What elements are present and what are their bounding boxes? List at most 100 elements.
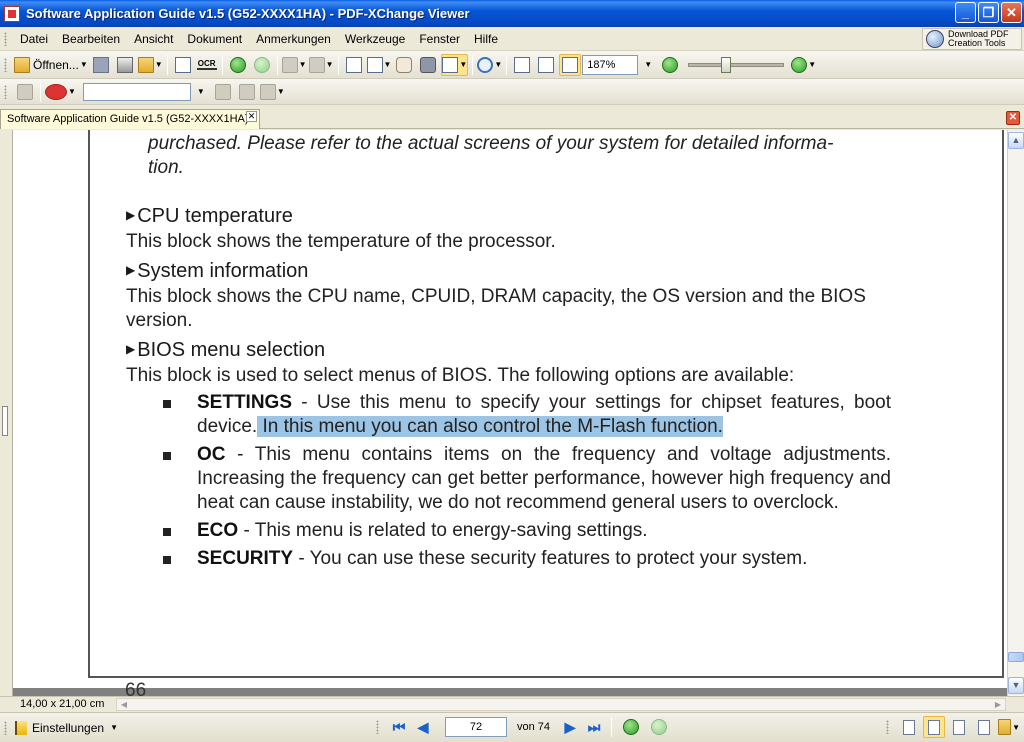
print-button[interactable] <box>114 54 136 76</box>
save-button[interactable] <box>90 54 112 76</box>
horizontal-scrollbar[interactable]: ◀ ▶ <box>116 698 1006 711</box>
properties-button[interactable] <box>172 54 194 76</box>
sidebar-panel-toggle[interactable] <box>0 130 13 696</box>
menu-datei[interactable]: Datei <box>13 30 55 48</box>
next-view-button[interactable] <box>648 716 670 738</box>
zoom-slider-knob[interactable] <box>721 56 732 73</box>
menubar-grip[interactable] <box>4 31 7 46</box>
fit-page-button[interactable] <box>535 54 557 76</box>
chevron-down-icon[interactable]: ▼ <box>326 60 334 69</box>
scroll-thumb[interactable] <box>1008 652 1024 662</box>
back-button[interactable] <box>227 54 249 76</box>
toolbar-grip[interactable] <box>4 84 7 99</box>
first-page-button[interactable]: ⏮ <box>389 717 409 737</box>
undo-button[interactable]: ▼ <box>281 54 307 76</box>
select-text-button[interactable]: ▼ <box>441 53 469 76</box>
zoom-out-button[interactable] <box>659 54 681 76</box>
minimize-button[interactable]: _ <box>955 2 976 23</box>
menu-anmerkungen[interactable]: Anmerkungen <box>249 30 338 48</box>
scroll-left-icon[interactable]: ◀ <box>117 699 131 710</box>
zoom-in-button[interactable]: ▼ <box>791 54 816 76</box>
list-item-text: - This menu is related to energy-saving … <box>238 520 648 541</box>
export-button[interactable]: ▼ <box>137 54 163 76</box>
list-item: SECURITY - You can use these security fe… <box>163 547 891 571</box>
continuous-facing-button[interactable] <box>973 716 995 738</box>
toolbar-separator <box>472 54 474 75</box>
zoom-tool-button[interactable]: ▼ <box>477 54 502 76</box>
sidebar-handle[interactable] <box>2 406 8 436</box>
chevron-down-icon[interactable]: ▼ <box>277 87 285 96</box>
chevron-down-icon[interactable]: ▼ <box>197 87 205 96</box>
close-tab-icon[interactable]: ✕ <box>246 111 257 122</box>
forward-button[interactable] <box>251 54 273 76</box>
transform-button[interactable]: ▼ <box>366 54 392 76</box>
chevron-down-icon[interactable]: ▼ <box>384 60 392 69</box>
chevron-down-icon[interactable]: ▼ <box>644 60 652 69</box>
close-document-icon[interactable]: ✕ <box>1006 111 1020 125</box>
search-input[interactable] <box>82 82 191 101</box>
previous-view-button[interactable] <box>620 716 642 738</box>
heading-system-information-text: System information <box>137 260 309 282</box>
chevron-down-icon[interactable]: ▼ <box>459 60 467 69</box>
chevron-down-icon[interactable]: ▼ <box>299 60 307 69</box>
folder-open-icon <box>14 56 30 73</box>
heading-cpu-temperature-text: CPU temperature <box>137 205 293 227</box>
menu-bearbeiten[interactable]: Bearbeiten <box>55 30 127 48</box>
square-bullet-icon <box>163 556 171 564</box>
zoom-level-select[interactable]: 187% <box>582 54 639 75</box>
zoom-slider[interactable] <box>688 56 785 73</box>
navigation-grip[interactable] <box>376 720 379 734</box>
download-pdf-tools-button[interactable]: Download PDF Creation Tools <box>922 28 1022 50</box>
scroll-up-icon[interactable]: ▲ <box>1008 132 1024 149</box>
selected-text-highlight[interactable]: In this menu you can also control the M-… <box>257 416 723 437</box>
settings-button[interactable]: Einstellungen ▼ <box>15 720 118 735</box>
hand-tool-button[interactable] <box>393 54 415 76</box>
scroll-down-icon[interactable]: ▼ <box>1008 677 1024 694</box>
current-page-input[interactable]: 72 <box>445 717 507 737</box>
tab-document[interactable]: Software Application Guide v1.5 (G52-XXX… <box>0 109 260 129</box>
menu-ansicht[interactable]: Ansicht <box>127 30 180 48</box>
previous-page-button[interactable]: ◀ <box>413 717 433 737</box>
toolbar-grip[interactable] <box>4 57 7 72</box>
options-button[interactable]: ▼ <box>998 716 1020 738</box>
chevron-down-icon[interactable]: ▼ <box>494 60 502 69</box>
chevron-down-icon[interactable]: ▼ <box>80 60 88 69</box>
menu-hilfe[interactable]: Hilfe <box>467 30 505 48</box>
actual-size-icon <box>514 56 531 73</box>
redo-button[interactable]: ▼ <box>308 54 334 76</box>
stamp-tool-button[interactable] <box>236 81 258 103</box>
markup-tool-button[interactable]: ▼ <box>259 81 285 103</box>
fit-width-button[interactable] <box>559 53 582 76</box>
comment-tool-button[interactable] <box>212 81 234 103</box>
ocr-button[interactable]: OCR <box>196 54 218 76</box>
menu-dokument[interactable]: Dokument <box>180 30 249 48</box>
snapshot-button[interactable] <box>417 54 439 76</box>
facing-button[interactable] <box>948 716 970 738</box>
layout-grip[interactable] <box>886 720 889 734</box>
list-item: ECO - This menu is related to energy-sav… <box>163 519 891 543</box>
actual-size-button[interactable] <box>511 54 533 76</box>
menu-fenster[interactable]: Fenster <box>412 30 467 48</box>
triangle-bullet-icon: ▶ <box>126 342 136 356</box>
chevron-down-icon[interactable]: ▼ <box>110 723 118 732</box>
scroll-right-icon[interactable]: ▶ <box>991 699 1005 710</box>
vertical-scrollbar[interactable]: ▲ ▼ <box>1007 130 1024 696</box>
chevron-down-icon[interactable]: ▼ <box>1012 723 1020 732</box>
continuous-button[interactable] <box>923 716 945 738</box>
menu-werkzeuge[interactable]: Werkzeuge <box>338 30 412 48</box>
next-page-button[interactable]: ▶ <box>560 717 580 737</box>
last-page-button[interactable]: ⏭ <box>584 717 604 737</box>
maximize-button[interactable]: ❐ <box>978 2 999 23</box>
single-page-button[interactable] <box>898 716 920 738</box>
ask-search-button[interactable]: ▼ <box>45 81 76 103</box>
chevron-down-icon[interactable]: ▼ <box>808 60 816 69</box>
chevron-down-icon[interactable]: ▼ <box>155 60 163 69</box>
minus-icon <box>662 56 679 73</box>
open-button[interactable]: Öffnen... ▼ <box>14 54 88 76</box>
chevron-down-icon[interactable]: ▼ <box>68 87 76 96</box>
find-button[interactable] <box>14 81 36 103</box>
close-button[interactable]: ✕ <box>1001 2 1022 23</box>
statusbar-grip[interactable] <box>4 720 7 735</box>
rotate-button[interactable] <box>343 54 365 76</box>
ask-logo-icon <box>45 83 67 100</box>
